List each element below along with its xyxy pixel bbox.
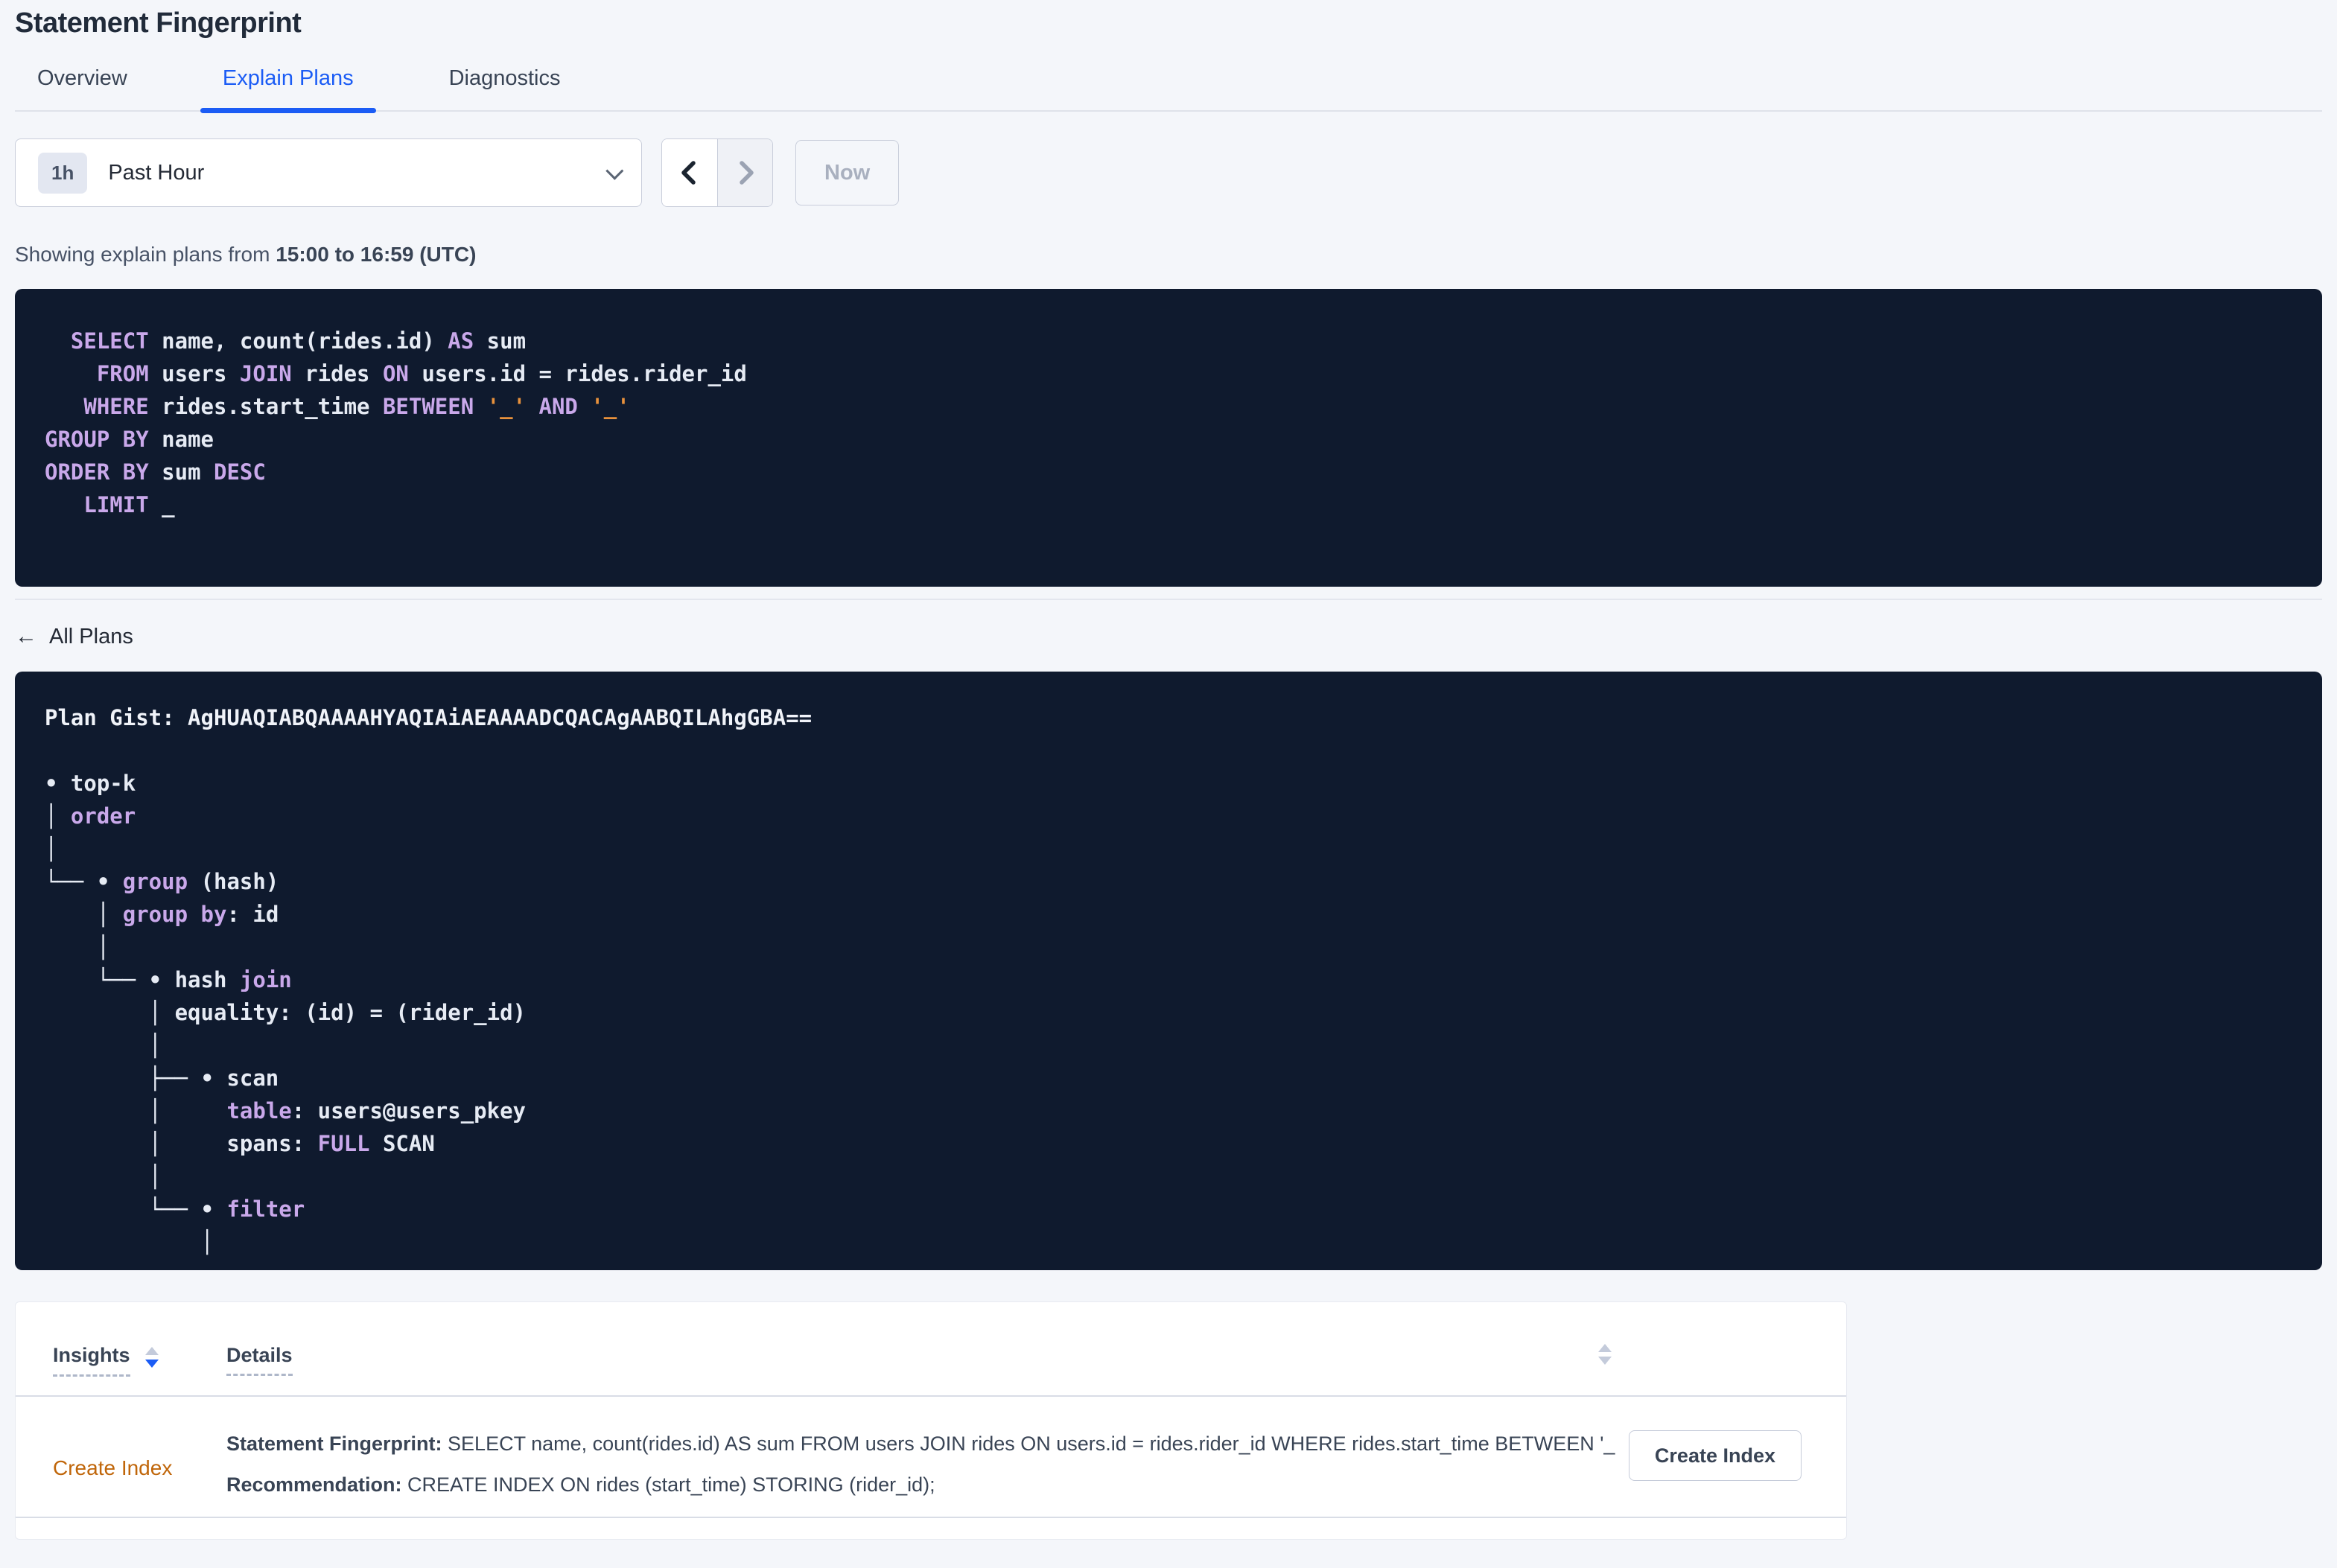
recommendation-label: Recommendation: xyxy=(226,1473,402,1496)
statement-fingerprint-line: Statement Fingerprint: SELECT name, coun… xyxy=(226,1432,1615,1456)
sort-up-icon xyxy=(144,1347,159,1355)
code-line: └── • filter xyxy=(45,1196,305,1222)
column-header-details-cell: Details xyxy=(226,1344,293,1376)
chevron-left-icon xyxy=(681,161,696,185)
code-line: LIMIT _ xyxy=(45,492,175,517)
sql-statement-block: SELECT name, count(rides.id) AS sum FROM… xyxy=(15,289,2322,587)
code-line: │ xyxy=(45,1164,162,1189)
sort-icon-details[interactable] xyxy=(1598,1341,1612,1365)
time-range-label: Past Hour xyxy=(108,160,205,185)
column-header-insights-cell: Insights xyxy=(53,1344,226,1377)
column-header-insights[interactable]: Insights xyxy=(53,1344,130,1377)
code-line: └── • hash join xyxy=(45,967,292,992)
column-header-details[interactable]: Details xyxy=(226,1344,293,1376)
chevron-down-icon xyxy=(605,162,624,180)
plan-gist-block: Plan Gist: AgHUAQIABQAAAAHYAQIAiAEAAAADC… xyxy=(15,672,2322,1270)
page-title: Statement Fingerprint xyxy=(15,7,302,39)
code-line: │ order xyxy=(45,803,136,829)
chevron-right-icon xyxy=(739,161,754,185)
all-plans-link[interactable]: ← All Plans xyxy=(15,624,133,649)
code-line: WHERE rides.start_time BETWEEN '_' AND '… xyxy=(45,394,630,419)
code-line: Plan Gist: AgHUAQIABQAAAAHYAQIAiAEAAAADC… xyxy=(45,705,813,730)
tab-overview[interactable]: Overview xyxy=(15,66,150,110)
prev-time-button[interactable] xyxy=(662,139,717,206)
code-line: │ spans: FULL SCAN xyxy=(45,1131,435,1156)
code-line: │ xyxy=(45,836,58,861)
time-range-badge: 1h xyxy=(38,152,88,194)
sort-up-icon xyxy=(1598,1344,1612,1352)
code-line: GROUP BY name xyxy=(45,427,214,452)
tab-bar: Overview Explain Plans Diagnostics xyxy=(15,66,2322,113)
sort-icon-insights[interactable] xyxy=(144,1344,159,1368)
code-line: │ xyxy=(45,1033,162,1058)
insight-type-link[interactable]: Create Index xyxy=(53,1432,226,1517)
code-line: │ xyxy=(45,934,110,960)
code-line: └── • group (hash) xyxy=(45,869,279,894)
back-arrow-icon: ← xyxy=(15,624,37,648)
code-line: SELECT name, count(rides.id) AS sum xyxy=(45,328,527,354)
sort-down-icon xyxy=(1598,1357,1612,1365)
code-line: • top-k xyxy=(45,771,136,796)
code-line: ORDER BY sum DESC xyxy=(45,459,266,485)
code-line: FROM users JOIN rides ON users.id = ride… xyxy=(45,361,747,386)
statement-fingerprint-label: Statement Fingerprint: xyxy=(226,1432,442,1455)
code-line: │ table: users@users_pkey xyxy=(45,1098,527,1124)
sort-down-icon xyxy=(144,1360,159,1368)
time-range-picker[interactable]: 1h Past Hour xyxy=(15,138,642,207)
range-summary-prefix: Showing explain plans from xyxy=(15,243,276,266)
next-time-button[interactable] xyxy=(717,139,772,206)
range-summary-times: 15:00 to 16:59 (UTC) xyxy=(276,243,477,266)
range-summary: Showing explain plans from 15:00 to 16:5… xyxy=(15,243,2322,267)
insights-table-header: Insights Details xyxy=(16,1302,1846,1397)
code-line: ├── • scan xyxy=(45,1065,279,1091)
now-button[interactable]: Now xyxy=(795,140,900,205)
code-line: │ group by: id xyxy=(45,902,279,927)
code-line: │ xyxy=(45,1229,214,1255)
recommendation-line: Recommendation: CREATE INDEX ON rides (s… xyxy=(226,1473,1615,1497)
all-plans-label: All Plans xyxy=(49,624,133,648)
insight-details-cell: Statement Fingerprint: SELECT name, coun… xyxy=(226,1432,1615,1517)
statement-fingerprint-text: SELECT name, count(rides.id) AS sum FROM… xyxy=(448,1432,1615,1455)
recommendation-text: CREATE INDEX ON rides (start_time) STORI… xyxy=(407,1473,935,1496)
create-index-button[interactable]: Create Index xyxy=(1628,1430,1802,1481)
time-pager xyxy=(661,138,773,207)
time-controls: 1h Past Hour Now xyxy=(15,138,2322,207)
section-divider xyxy=(15,599,2322,600)
code-line: │ equality: (id) = (rider_id) xyxy=(45,1000,527,1025)
table-row: Create Index Statement Fingerprint: SELE… xyxy=(16,1397,1846,1518)
tab-explain-plans[interactable]: Explain Plans xyxy=(200,66,376,113)
tab-diagnostics[interactable]: Diagnostics xyxy=(427,66,583,110)
insights-table-card: Insights Details Create Index Statement … xyxy=(15,1301,1847,1540)
statement-fingerprint-page: Statement Fingerprint Overview Explain P… xyxy=(0,0,2337,1540)
